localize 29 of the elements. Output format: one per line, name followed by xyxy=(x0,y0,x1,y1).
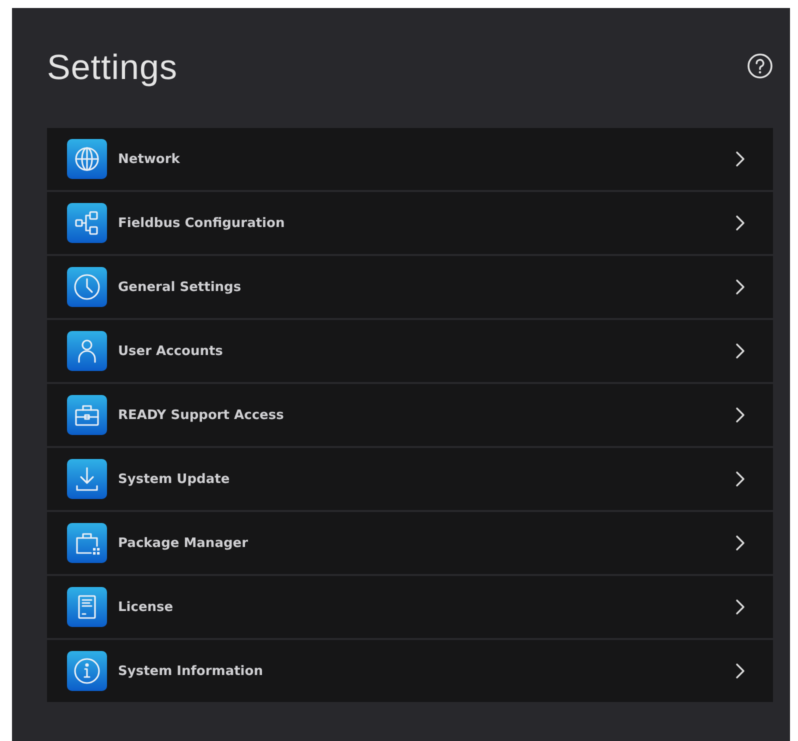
settings-row[interactable]: READY Support Access xyxy=(47,384,773,446)
chevron-icon xyxy=(735,663,745,679)
settings-row[interactable]: General Settings xyxy=(47,256,773,318)
chevron-icon xyxy=(735,215,745,231)
chevron-icon xyxy=(735,599,745,615)
clock-icon xyxy=(67,267,107,307)
page-title: Settings xyxy=(47,48,178,88)
chevron-icon xyxy=(735,471,745,487)
settings-row[interactable]: License xyxy=(47,576,773,638)
chevron-icon xyxy=(735,279,745,295)
chevron-icon xyxy=(735,151,745,167)
globe-icon xyxy=(67,139,107,179)
info-icon xyxy=(67,651,107,691)
download-icon xyxy=(67,459,107,499)
settings-row[interactable]: System Update xyxy=(47,448,773,510)
settings-row[interactable]: Package Manager xyxy=(47,512,773,574)
settings-row[interactable]: User Accounts xyxy=(47,320,773,382)
chevron-icon xyxy=(735,407,745,423)
toolbox-icon xyxy=(67,395,107,435)
document-icon xyxy=(67,587,107,627)
person-icon xyxy=(67,331,107,371)
settings-row[interactable]: Fieldbus Configuration xyxy=(47,192,773,254)
chevron-icon xyxy=(735,535,745,551)
help-icon[interactable] xyxy=(747,53,773,79)
settings-row[interactable]: Network xyxy=(47,128,773,190)
settings-row[interactable]: System Information xyxy=(47,640,773,702)
network-nodes-icon xyxy=(67,203,107,243)
chevron-icon xyxy=(735,343,745,359)
briefcase-icon xyxy=(67,523,107,563)
